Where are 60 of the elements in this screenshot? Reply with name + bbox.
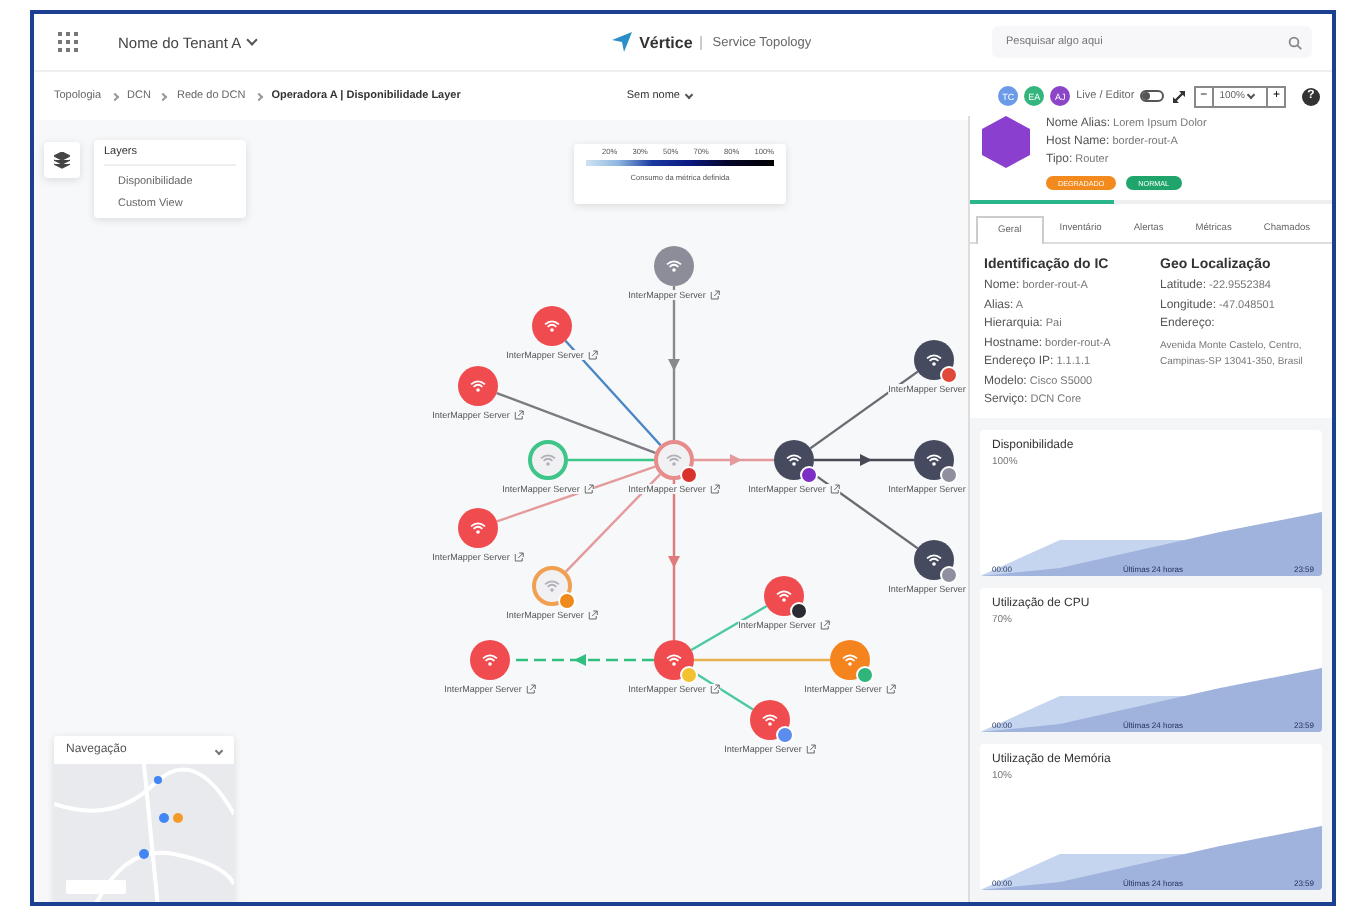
wifi-icon	[470, 380, 486, 392]
wifi-icon	[926, 354, 942, 366]
connector-line	[694, 658, 830, 662]
server-node[interactable]	[470, 640, 510, 680]
external-link-icon[interactable]	[513, 552, 524, 562]
server-node[interactable]	[764, 576, 804, 616]
server-node[interactable]	[654, 246, 694, 286]
wifi-icon	[926, 454, 942, 466]
server-node[interactable]	[774, 440, 814, 480]
wifi-icon	[786, 454, 802, 466]
search-icon[interactable]	[1288, 35, 1302, 49]
wifi-icon	[842, 654, 858, 666]
server-node[interactable]	[914, 440, 954, 480]
server-node[interactable]	[654, 640, 694, 680]
logo-icon	[611, 32, 632, 52]
external-link-icon[interactable]	[709, 684, 720, 694]
external-link-icon[interactable]	[513, 410, 524, 420]
wifi-icon	[666, 260, 682, 272]
apps-grid-icon[interactable]	[58, 32, 78, 52]
mode-toggle[interactable]	[1140, 90, 1165, 102]
wifi-icon	[926, 554, 942, 566]
wifi-icon	[470, 522, 486, 534]
server-node[interactable]	[914, 340, 954, 380]
arrow-connector	[814, 454, 914, 466]
external-link-icon[interactable]	[709, 484, 720, 494]
server-node[interactable]	[528, 440, 568, 480]
server-node[interactable]	[914, 540, 954, 580]
wifi-icon	[540, 454, 556, 466]
external-link-icon[interactable]	[525, 684, 536, 694]
wifi-icon	[544, 320, 560, 332]
arrow-connector	[510, 654, 654, 666]
wifi-icon	[776, 590, 792, 602]
layers-icon	[54, 151, 70, 169]
external-link-icon[interactable]	[829, 484, 840, 494]
external-link-icon[interactable]	[587, 610, 598, 620]
app-name: Vértice	[639, 33, 693, 51]
arrow-connector	[694, 454, 774, 466]
wifi-icon	[762, 714, 778, 726]
server-node[interactable]	[750, 700, 790, 740]
connector-line	[568, 458, 654, 462]
wifi-icon	[666, 454, 682, 466]
layers-button[interactable]	[44, 142, 80, 178]
external-link-icon[interactable]	[583, 484, 594, 494]
wifi-icon	[482, 654, 498, 666]
fullscreen-icon[interactable]	[1170, 87, 1189, 105]
chevron-icon[interactable]	[214, 745, 224, 755]
external-link-icon[interactable]	[885, 684, 896, 694]
hexagon-icon	[982, 116, 1030, 168]
wifi-icon	[544, 580, 560, 592]
external-link-icon[interactable]	[587, 350, 598, 360]
server-node[interactable]	[458, 508, 498, 548]
external-link-icon[interactable]	[805, 744, 816, 754]
server-node[interactable]	[532, 566, 572, 606]
server-node[interactable]	[654, 440, 694, 480]
server-node[interactable]	[830, 640, 870, 680]
external-link-icon[interactable]	[709, 290, 720, 300]
server-node[interactable]	[458, 366, 498, 406]
wifi-icon	[666, 654, 682, 666]
external-link-icon[interactable]	[819, 620, 830, 630]
server-node[interactable]	[532, 306, 572, 346]
